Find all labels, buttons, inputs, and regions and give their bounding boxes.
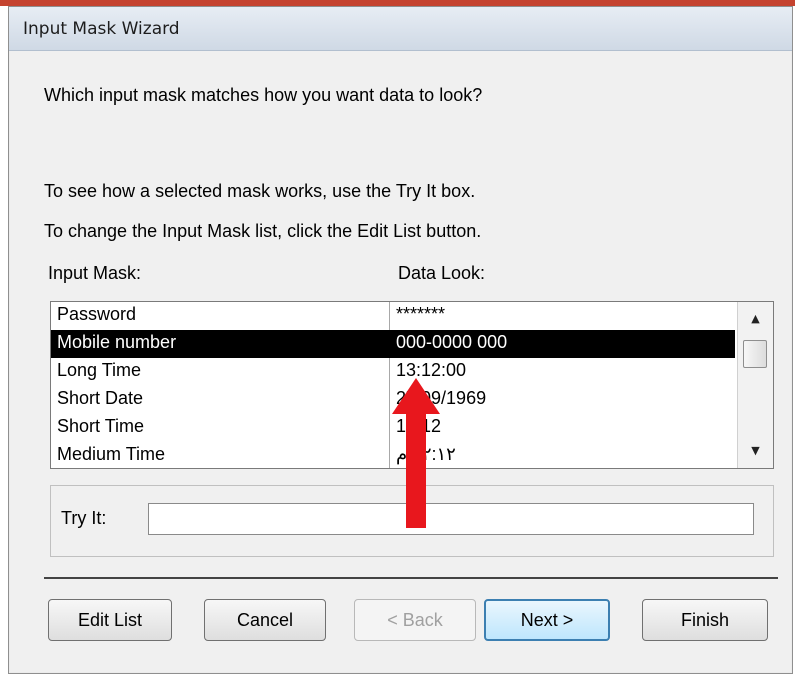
cancel-button[interactable]: Cancel <box>204 599 326 641</box>
input-mask-wizard-dialog: Input Mask Wizard Which input mask match… <box>8 6 793 674</box>
mask-name: Long Time <box>57 360 142 380</box>
scroll-thumb[interactable] <box>743 340 767 368</box>
edit-list-button[interactable]: Edit List <box>48 599 172 641</box>
list-item-selected[interactable]: Mobile number 000-0000 000 <box>51 330 735 358</box>
mask-name: Password <box>57 304 137 324</box>
scroll-up-arrow-icon[interactable]: ▲ <box>738 308 773 330</box>
mask-name: Medium Time <box>57 444 166 464</box>
list-scrollbar[interactable]: ▲ ▼ <box>737 302 773 468</box>
try-hint-text: To see how a selected mask works, use th… <box>44 181 476 201</box>
window-title: Input Mask Wizard <box>23 19 180 39</box>
try-it-input[interactable] <box>148 503 754 535</box>
finish-button[interactable]: Finish <box>642 599 768 641</box>
back-button[interactable]: < Back <box>354 599 476 641</box>
edit-hint-text: To change the Input Mask list, click the… <box>44 221 482 241</box>
mask-name: Mobile number <box>57 332 177 352</box>
next-button[interactable]: Next > <box>484 599 610 641</box>
mask-name: Short Time <box>57 416 145 436</box>
try-it-label: Try It: <box>61 508 107 528</box>
data-look-value: 000-0000 000 <box>396 332 508 352</box>
scroll-down-arrow-icon[interactable]: ▼ <box>738 440 773 462</box>
mask-name: Short Date <box>57 388 144 408</box>
annotation-arrow-icon <box>392 378 440 528</box>
title-bar[interactable]: Input Mask Wizard <box>9 7 792 51</box>
data-look-value: ******* <box>396 304 446 324</box>
data-look-column-header: Data Look: <box>398 263 486 283</box>
input-mask-column-header: Input Mask: <box>48 263 142 283</box>
dialog-content: Which input mask matches how you want da… <box>10 51 791 672</box>
separator <box>44 577 778 579</box>
list-item[interactable]: Password ******* <box>51 302 735 330</box>
question-text: Which input mask matches how you want da… <box>44 85 483 105</box>
